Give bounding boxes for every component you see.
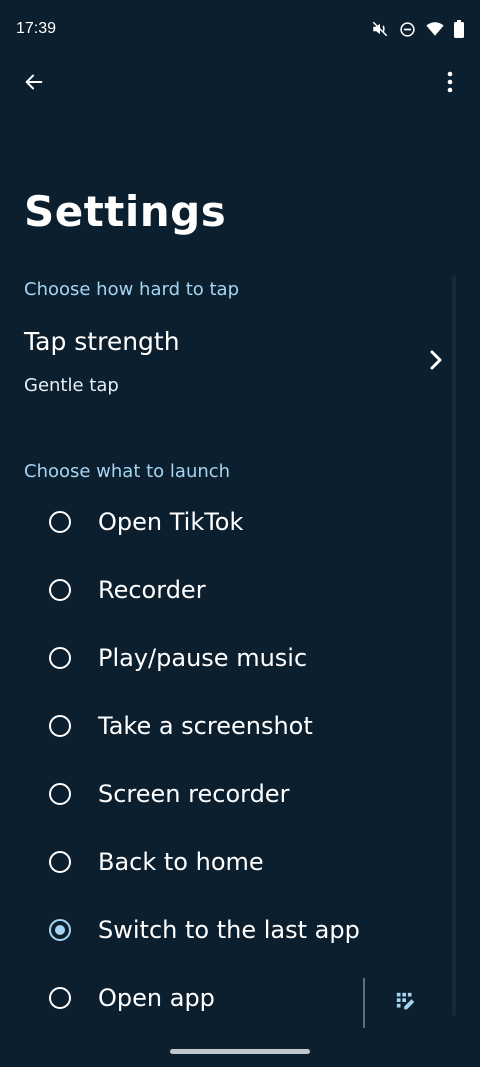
option-label: Open TikTok [98, 508, 244, 536]
option-back-to-home[interactable]: Back to home [0, 828, 440, 896]
do-not-disturb-icon [399, 21, 416, 38]
radio-button-selected[interactable] [49, 919, 71, 941]
radio-button[interactable] [49, 851, 71, 873]
more-vert-icon [446, 71, 454, 97]
radio-button[interactable] [49, 647, 71, 669]
page-title: Settings [24, 187, 227, 236]
back-button[interactable] [14, 64, 54, 104]
radio-button[interactable] [49, 783, 71, 805]
top-app-bar [0, 60, 480, 108]
option-recorder[interactable]: Recorder [0, 556, 440, 624]
more-options-button[interactable] [430, 64, 470, 104]
scrollbar-track[interactable] [452, 276, 456, 1016]
wifi-icon [426, 21, 444, 37]
option-label: Switch to the last app [98, 916, 360, 944]
option-label: Take a screenshot [98, 712, 313, 740]
tap-strength-row[interactable]: Tap strength Gentle tap [0, 318, 460, 410]
option-open-tiktok[interactable]: Open TikTok [0, 488, 440, 556]
status-bar: 17:39 [0, 0, 480, 60]
battery-icon [454, 20, 464, 38]
option-label: Play/pause music [98, 644, 308, 672]
tap-strength-title: Tap strength [24, 327, 180, 356]
status-icons [371, 19, 464, 39]
option-switch-last-app[interactable]: Switch to the last app [0, 896, 440, 964]
option-take-screenshot[interactable]: Take a screenshot [0, 692, 440, 760]
section-header-launch: Choose what to launch [24, 461, 231, 482]
radio-button[interactable] [49, 715, 71, 737]
option-play-pause-music[interactable]: Play/pause music [0, 624, 440, 692]
tap-strength-value: Gentle tap [24, 375, 119, 396]
choose-app-button[interactable] [386, 984, 426, 1024]
option-label: Back to home [98, 848, 264, 876]
radio-button[interactable] [49, 579, 71, 601]
status-time: 17:39 [16, 20, 57, 37]
section-header-tap: Choose how hard to tap [24, 279, 240, 300]
option-label: Screen recorder [98, 780, 290, 808]
option-open-app[interactable]: Open app [0, 964, 350, 1032]
option-label: Open app [98, 984, 215, 1012]
radio-button[interactable] [49, 511, 71, 533]
arrow-left-icon [23, 71, 45, 97]
vertical-divider [363, 978, 365, 1028]
screen: 17:39 Settings Choose how hard to tap Ta… [0, 0, 480, 1067]
chevron-right-icon [424, 348, 448, 372]
radio-button[interactable] [49, 987, 71, 1009]
option-screen-recorder[interactable]: Screen recorder [0, 760, 440, 828]
gesture-nav-handle[interactable] [170, 1049, 310, 1054]
mute-vibrate-off-icon [371, 20, 389, 38]
option-label: Recorder [98, 576, 206, 604]
app-grid-edit-icon [395, 991, 417, 1017]
